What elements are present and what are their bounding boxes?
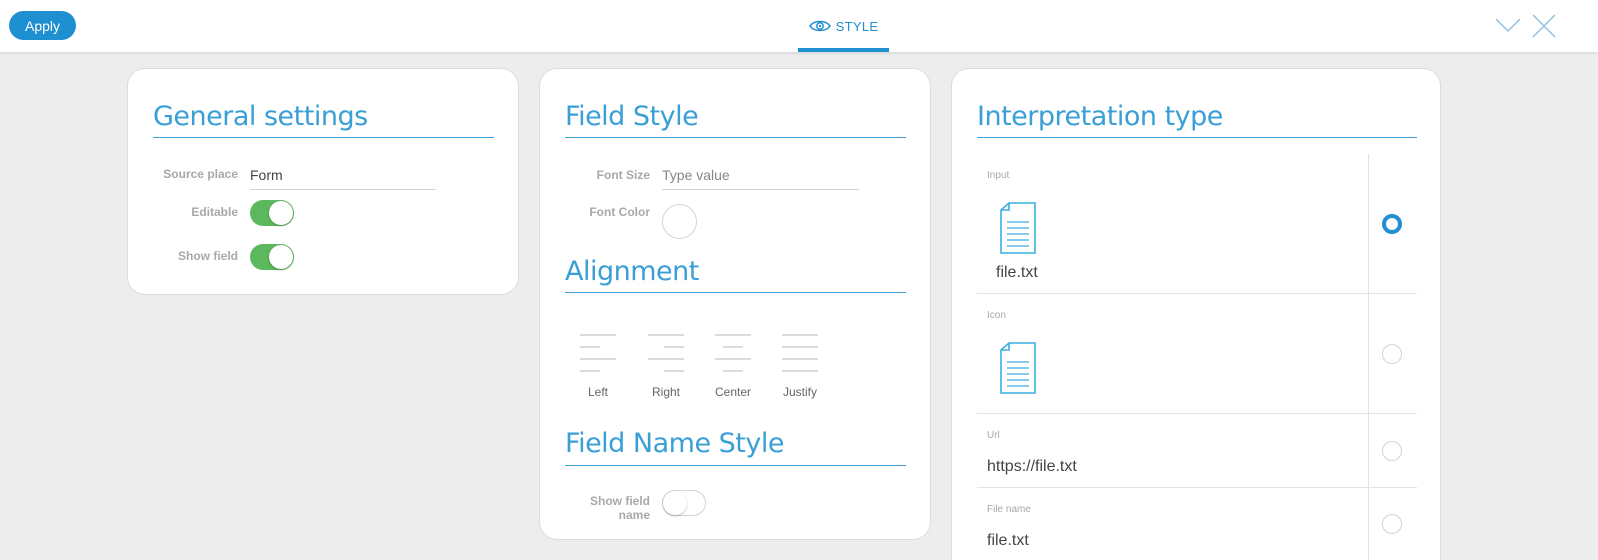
show-field-name-label: Show field name — [540, 494, 650, 522]
font-size-label: Font Size — [596, 168, 650, 182]
interp-option-value: https://file.txt — [987, 458, 1077, 475]
source-place-label: Source place — [163, 167, 238, 181]
close-icon[interactable] — [1530, 12, 1558, 40]
interp-option-value: file.txt — [996, 264, 1038, 281]
section-divider — [565, 137, 906, 138]
interp-radio-icon[interactable] — [1382, 344, 1402, 364]
interp-radio-input[interactable] — [1382, 214, 1402, 234]
section-divider — [153, 137, 494, 138]
interpretation-type-title: Interpretation type — [977, 101, 1223, 132]
interp-option-input[interactable]: Input file.txt — [977, 154, 1417, 294]
show-field-name-label-line2: name — [618, 508, 650, 522]
editable-label: Editable — [191, 205, 238, 219]
interp-radio-url[interactable] — [1382, 441, 1402, 461]
align-justify-icon — [782, 334, 818, 372]
editable-toggle[interactable] — [250, 200, 294, 226]
alignment-title: Alignment — [565, 256, 699, 287]
show-field-name-toggle[interactable] — [662, 490, 706, 516]
tab-style[interactable]: STYLE — [798, 0, 889, 52]
align-left-option[interactable]: Left — [576, 334, 620, 404]
interp-option-label: File name — [987, 504, 1031, 515]
interp-option-file-name[interactable]: File name file.txt — [977, 488, 1417, 560]
interp-option-value: file.txt — [987, 532, 1029, 549]
align-justify-option[interactable]: Justify — [778, 334, 822, 404]
align-justify-label: Justify — [782, 385, 817, 399]
apply-button[interactable]: Apply — [9, 11, 76, 40]
align-right-label: Right — [651, 385, 680, 399]
align-right-option[interactable]: Right — [644, 334, 688, 404]
align-right-icon — [648, 334, 684, 372]
align-center-option[interactable]: Center — [711, 334, 755, 404]
interp-option-label: Icon — [987, 310, 1006, 321]
section-divider — [565, 292, 906, 293]
show-field-name-label-line1: Show field — [590, 494, 650, 508]
tab-style-label: STYLE — [835, 18, 879, 34]
font-size-input[interactable] — [662, 167, 859, 190]
file-icon — [1000, 342, 1036, 394]
general-settings-card: General settings Source place Editable S… — [127, 68, 519, 295]
eye-icon — [808, 20, 831, 32]
interpretation-type-card: Interpretation type Input file.txt Icon — [951, 68, 1441, 560]
align-left-label: Left — [587, 385, 608, 399]
section-divider — [977, 137, 1417, 138]
font-color-swatch[interactable] — [662, 204, 697, 239]
font-color-label: Font Color — [589, 205, 650, 219]
field-name-style-title: Field Name Style — [565, 428, 784, 459]
interp-option-label: Url — [987, 430, 1000, 441]
top-toolbar: Apply STYLE — [0, 0, 1598, 52]
general-settings-title: General settings — [153, 101, 368, 132]
show-field-label: Show field — [178, 249, 238, 263]
section-divider — [565, 465, 906, 466]
interp-option-url[interactable]: Url https://file.txt — [977, 414, 1417, 488]
interp-option-icon[interactable]: Icon — [977, 294, 1417, 414]
toggle-knob — [663, 491, 687, 515]
align-center-icon — [715, 334, 751, 372]
field-style-card: Field Style Font Size Font Color Alignme… — [539, 68, 931, 540]
toggle-knob — [269, 245, 293, 269]
align-left-icon — [580, 334, 616, 372]
field-style-title: Field Style — [565, 101, 699, 132]
interp-option-label: Input — [987, 170, 1010, 181]
interp-radio-file-name[interactable] — [1382, 514, 1402, 534]
source-place-input[interactable] — [250, 167, 436, 190]
align-center-label: Center — [714, 385, 752, 399]
file-icon — [1000, 202, 1036, 254]
chevron-down-icon[interactable] — [1494, 12, 1522, 40]
toggle-knob — [269, 201, 293, 225]
show-field-toggle[interactable] — [250, 244, 294, 270]
